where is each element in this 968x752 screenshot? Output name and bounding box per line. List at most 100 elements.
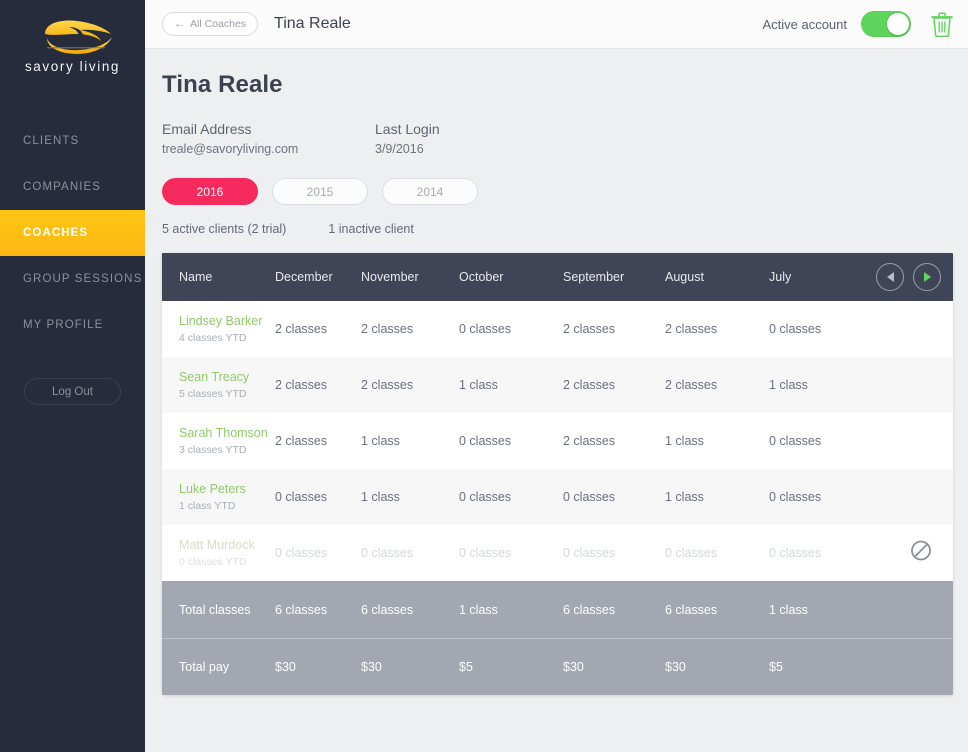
sidebar-item-companies[interactable]: COMPANIES [0,164,145,210]
cell-october: 1 class [459,378,498,392]
email-label: Email Address [162,121,252,137]
cell-august: 0 classes [665,546,718,560]
cell-december: 0 classes [275,546,328,560]
logo-text: savory living [24,59,121,74]
delete-account-button[interactable] [931,11,953,38]
inactive-clients-count: 1 inactive client [328,222,414,236]
cell-november: 2 classes [361,378,414,392]
year-tab-2016[interactable]: 2016 [162,178,258,205]
table-row[interactable]: Luke Peters 1 class YTD 0 classes 1 clas… [162,469,953,525]
main-area: ← All Coaches Tina Reale Active account [145,0,968,752]
client-name: Sarah Thomson [179,426,268,440]
cell-december: 2 classes [275,434,328,448]
year-tab-2014[interactable]: 2014 [382,178,478,205]
sidebar-item-coaches[interactable]: COACHES [0,210,145,256]
sidebar: savory living CLIENTS COMPANIES COACHES … [0,0,145,752]
previous-months-button[interactable] [876,263,904,291]
profile-meta: Email Address treale@savoryliving.com La… [162,121,968,156]
sidebar-item-label: COACHES [23,227,89,239]
cell-september: 0 classes [563,546,616,560]
total-classes-november: 6 classes [361,602,414,617]
month-pagination [876,263,941,291]
client-ytd: 3 classes YTD [179,444,247,456]
cell-september: 2 classes [563,322,616,336]
column-header-october: October [459,270,504,284]
cell-september: 2 classes [563,378,616,392]
sidebar-item-label: MY PROFILE [23,319,104,331]
toggle-knob [887,13,909,35]
top-bar: ← All Coaches Tina Reale Active account [145,0,968,49]
sidebar-item-group-sessions[interactable]: GROUP SESSIONS [0,256,145,302]
cell-november: 1 class [361,490,400,504]
classes-table: Name December November October September… [162,253,953,695]
cell-december: 2 classes [275,378,328,392]
client-name-cell: Sarah Thomson 3 classes YTD [162,426,275,456]
sidebar-item-my-profile[interactable]: MY PROFILE [0,302,145,348]
total-pay-august: $30 [665,660,686,674]
cell-october: 0 classes [459,546,512,560]
sidebar-nav: CLIENTS COMPANIES COACHES GROUP SESSIONS… [0,118,145,348]
all-coaches-back-button[interactable]: ← All Coaches [162,12,259,36]
client-ytd: 1 class YTD [179,500,236,512]
cell-december: 0 classes [275,490,328,504]
table-header-row: Name December November October September… [162,253,953,301]
client-ytd: 0 classes YTD [179,556,247,568]
total-pay-july: $5 [769,660,783,674]
email-block: Email Address treale@savoryliving.com [162,121,375,156]
total-classes-july: 1 class [769,602,808,617]
cell-september: 0 classes [563,490,616,504]
chevron-right-icon [923,272,931,282]
app-root: savory living CLIENTS COMPANIES COACHES … [0,0,968,752]
client-ytd: 4 classes YTD [179,332,247,344]
next-months-button[interactable] [913,263,941,291]
total-classes-row: Total classes 6 classes 6 classes 1 clas… [162,581,953,638]
column-header-name: Name [179,270,213,284]
email-value: treale@savoryliving.com [162,142,299,156]
sidebar-item-label: CLIENTS [23,135,80,147]
total-classes-october: 1 class [459,602,498,617]
cell-november: 2 classes [361,322,414,336]
table-row[interactable]: Sean Treacy 5 classes YTD 2 classes 2 cl… [162,357,953,413]
cell-october: 0 classes [459,490,512,504]
client-name-cell: Matt Murdock 0 classes YTD [162,538,275,568]
table-row[interactable]: Lindsey Barker 4 classes YTD 2 classes 2… [162,301,953,357]
sidebar-item-clients[interactable]: CLIENTS [0,118,145,164]
year-tab-2015[interactable]: 2015 [272,178,368,205]
total-pay-october: $5 [459,660,473,674]
cell-december: 2 classes [275,322,328,336]
table-row[interactable]: Matt Murdock 0 classes YTD 0 classes 0 c… [162,525,953,581]
total-classes-september: 6 classes [563,602,616,617]
total-pay-row: Total pay $30 $30 $5 $30 $30 $5 [162,638,953,695]
log-out-button[interactable]: Log Out [24,378,121,405]
cell-july: 0 classes [769,546,822,560]
cell-september: 2 classes [563,434,616,448]
year-filter: 2016 2015 2014 [162,178,968,205]
cell-august: 2 classes [665,378,718,392]
cell-july: 0 classes [769,322,822,336]
client-name-cell: Lindsey Barker 4 classes YTD [162,314,275,344]
client-name: Lindsey Barker [179,314,263,328]
column-header-july: July [769,270,792,284]
column-header-september: September [563,270,625,284]
active-account-toggle[interactable] [861,11,911,37]
sidebar-item-label: COMPANIES [23,181,102,193]
cell-august: 1 class [665,434,704,448]
cell-october: 0 classes [459,434,512,448]
client-counts: 5 active clients (2 trial) 1 inactive cl… [162,222,968,236]
total-pay-november: $30 [361,660,382,674]
cell-july: 0 classes [769,434,822,448]
total-pay-label: Total pay [179,660,230,674]
last-login-block: Last Login 3/9/2016 [375,121,440,156]
logo[interactable]: savory living [0,0,145,74]
cell-november: 0 classes [361,546,414,560]
last-login-label: Last Login [375,121,440,137]
table-row[interactable]: Sarah Thomson 3 classes YTD 2 classes 1 … [162,413,953,469]
sidebar-item-label: GROUP SESSIONS [23,273,143,285]
leaf-swirl-logo-icon [44,20,112,54]
arrow-left-icon: ← [174,17,185,30]
logout-container: Log Out [0,378,145,405]
last-login-value: 3/9/2016 [375,142,424,156]
total-classes-august: 6 classes [665,602,718,617]
column-header-december: December [275,270,333,284]
trash-icon [931,12,953,38]
